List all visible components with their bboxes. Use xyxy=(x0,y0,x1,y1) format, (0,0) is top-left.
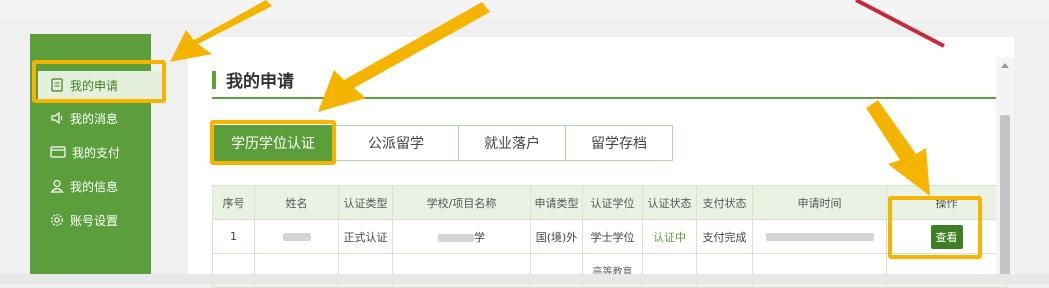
payment-status-cell: 支付完成 xyxy=(696,219,753,254)
tab-study-abroad-archive[interactable]: 留学存档 xyxy=(566,125,673,161)
column-header: 支付状态 xyxy=(696,185,753,220)
view-button[interactable]: 查看 xyxy=(930,224,963,249)
school-name-suffix: 学 xyxy=(474,230,485,244)
main-panel: 我的申请 学历学位认证 公派留学 就业落户 留学存档 序号 姓名 认证类型 学校… xyxy=(188,37,1014,288)
bottom-strip xyxy=(0,274,1049,284)
browser-top-strip xyxy=(0,0,1049,20)
table-row: 1 正式认证 学 国(境)外 学士学位 认证中 支付完成 查看 xyxy=(212,219,1007,254)
column-header: 认证状态 xyxy=(642,185,697,220)
sidebar-item-label: 我的消息 xyxy=(70,111,119,126)
scroll-up-arrow-icon[interactable] xyxy=(1001,63,1009,68)
tab-government-study-abroad[interactable]: 公派留学 xyxy=(334,125,459,161)
page-header: 我的申请 xyxy=(212,67,1002,99)
sidebar-item-label: 账号设置 xyxy=(70,213,119,228)
sidebar-item-label: 我的申请 xyxy=(70,78,119,93)
speaker-icon xyxy=(51,111,63,125)
column-header: 认证类型 xyxy=(338,185,393,220)
sidebar-item-label: 我的信息 xyxy=(70,179,119,194)
applicant-name-blurred xyxy=(254,219,339,254)
column-header: 认证学位 xyxy=(582,185,643,220)
action-cell: 查看 xyxy=(886,219,1007,254)
tab-degree-certification[interactable]: 学历学位认证 xyxy=(212,125,334,161)
gear-icon xyxy=(51,214,63,226)
school-name-cell: 学 xyxy=(392,219,531,254)
column-header: 学校/项目名称 xyxy=(392,185,531,220)
card-icon xyxy=(50,146,66,158)
tab-employment-registration[interactable]: 就业落户 xyxy=(459,125,566,161)
user-icon xyxy=(50,179,64,193)
sidebar-item-my-messages[interactable]: 我的消息 xyxy=(30,104,151,132)
column-header: 序号 xyxy=(212,185,255,220)
application-type-cell: 国(境)外 xyxy=(530,219,583,254)
applications-table: 序号 姓名 认证类型 学校/项目名称 申请类型 认证学位 认证状态 支付状态 申… xyxy=(212,185,1007,288)
sidebar-item-account-settings[interactable]: 账号设置 xyxy=(30,206,151,234)
degree-cell: 学士学位 xyxy=(582,219,643,254)
sidebar-item-my-payments[interactable]: 我的支付 xyxy=(30,138,151,166)
sidebar-item-my-info[interactable]: 我的信息 xyxy=(30,172,151,200)
scrollbar-thumb[interactable] xyxy=(1000,115,1010,275)
column-header: 操作 xyxy=(886,185,1007,220)
column-header: 申请时间 xyxy=(752,185,887,220)
page-title: 我的申请 xyxy=(226,72,294,92)
table-header-row: 序号 姓名 认证类型 学校/项目名称 申请类型 认证学位 认证状态 支付状态 申… xyxy=(212,185,1007,220)
column-header: 姓名 xyxy=(254,185,339,220)
title-accent-bar xyxy=(212,71,216,89)
sidebar: 我的申请 我的消息 我的支付 我的信息 账号设置 xyxy=(30,34,166,284)
document-icon xyxy=(51,78,63,92)
cert-status-cell: 认证中 xyxy=(642,219,697,254)
cert-type-cell: 正式认证 xyxy=(338,219,393,254)
application-time-blurred xyxy=(752,219,887,254)
sidebar-item-my-applications[interactable]: 我的申请 xyxy=(38,71,166,99)
tab-bar: 学历学位认证 公派留学 就业落户 留学存档 xyxy=(212,125,673,161)
vertical-scrollbar[interactable] xyxy=(996,57,1014,284)
row-index: 1 xyxy=(212,219,255,254)
column-header: 申请类型 xyxy=(530,185,583,220)
sidebar-item-label: 我的支付 xyxy=(72,145,121,160)
